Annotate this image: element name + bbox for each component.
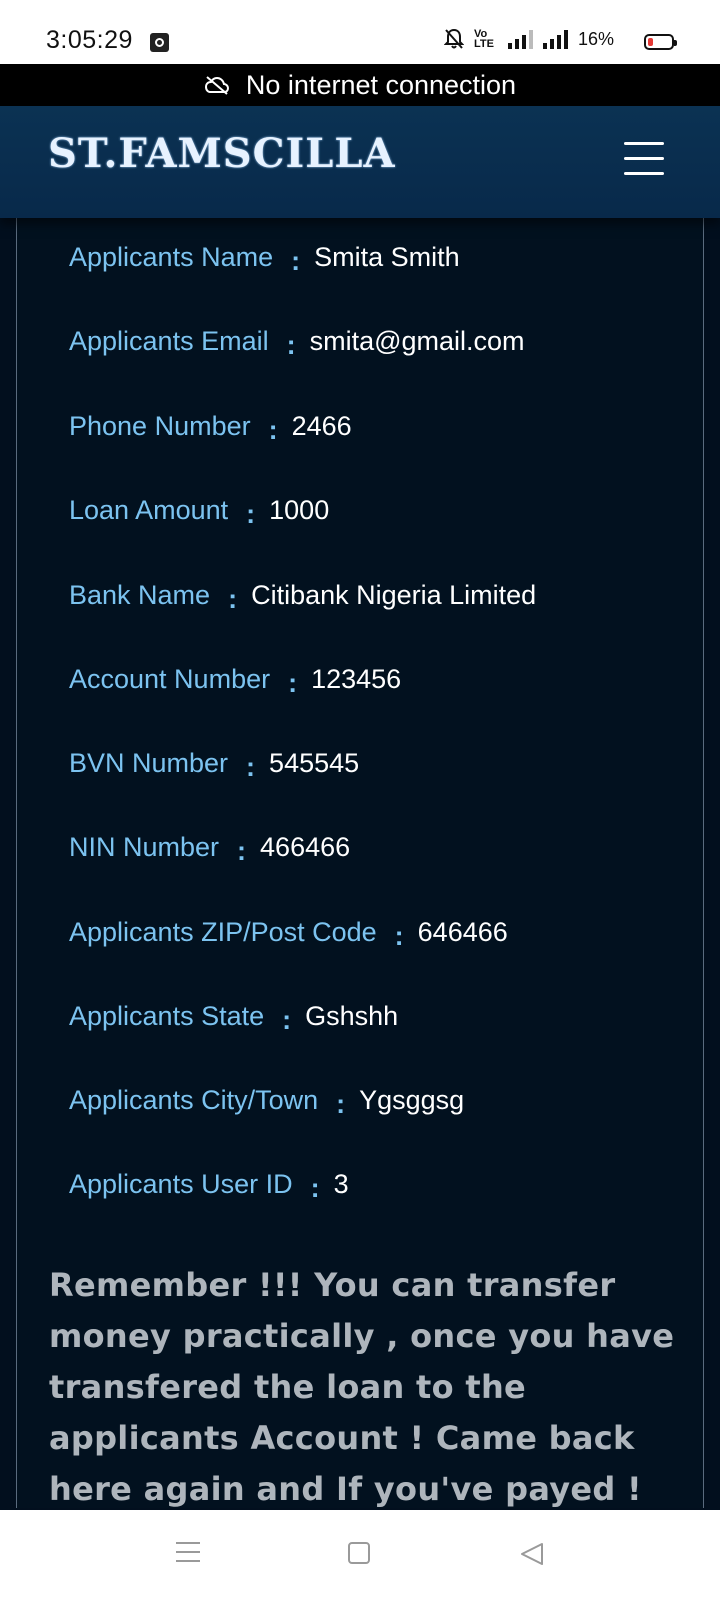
detail-label: NIN Number	[69, 832, 220, 862]
detail-value: 123456	[311, 664, 402, 694]
detail-value: Ygsggsg	[359, 1085, 465, 1115]
app-notification-icon	[150, 33, 169, 52]
detail-value: Gshshh	[305, 1001, 399, 1031]
applicant-details-card: Applicants Name : Smita Smith Applicants…	[16, 218, 704, 1559]
detail-value: 545545	[269, 748, 360, 778]
bell-off-icon	[443, 28, 464, 49]
volte-icon: Vo LTE	[473, 28, 494, 50]
detail-separator: :	[237, 836, 247, 866]
detail-value: smita@gmail.com	[309, 326, 525, 356]
detail-value: 2466	[291, 411, 352, 441]
detail-separator: :	[394, 921, 404, 951]
detail-value: Smita Smith	[314, 242, 460, 272]
detail-separator: :	[291, 246, 301, 276]
signal-icon	[507, 29, 533, 49]
back-icon[interactable]	[518, 1540, 546, 1568]
status-time: 3:05:29	[46, 26, 133, 54]
detail-row-applicant-state: Applicants State : Gshshh	[69, 1001, 399, 1035]
site-header: ST.FAMSCILLA	[0, 106, 720, 218]
detail-value: 3	[333, 1169, 349, 1199]
detail-separator: :	[246, 499, 256, 529]
detail-label: BVN Number	[69, 748, 229, 778]
detail-label: Applicants ZIP/Post Code	[69, 917, 377, 947]
detail-label: Account Number	[69, 664, 271, 694]
battery-icon	[644, 34, 677, 50]
detail-label: Phone Number	[69, 411, 251, 441]
cloud-off-icon	[204, 76, 229, 95]
detail-separator: :	[268, 415, 278, 445]
detail-separator: :	[288, 668, 298, 698]
detail-value: 466466	[260, 832, 351, 862]
detail-row-bvn-number: BVN Number : 545545	[69, 748, 360, 782]
detail-row-zip-post-code: Applicants ZIP/Post Code : 646466	[69, 917, 508, 951]
detail-row-applicant-name: Applicants Name : Smita Smith	[69, 242, 460, 276]
detail-separator: :	[310, 1173, 320, 1203]
detail-row-account-number: Account Number : 123456	[69, 664, 402, 698]
detail-label: Applicants State	[69, 1001, 265, 1031]
status-bar: 3:05:29 Vo LTE 16%	[0, 0, 720, 64]
detail-row-applicant-email: Applicants Email : smita@gmail.com	[69, 326, 525, 360]
detail-separator: :	[286, 330, 296, 360]
recent-apps-icon[interactable]	[176, 1542, 200, 1564]
detail-label: Applicants User ID	[69, 1169, 293, 1199]
detail-label: Applicants Email	[69, 326, 269, 356]
system-nav-bar	[0, 1510, 720, 1600]
detail-separator: :	[282, 1005, 292, 1035]
detail-value: 1000	[269, 495, 330, 525]
signal-icon	[542, 29, 568, 49]
detail-row-loan-amount: Loan Amount : 1000	[69, 495, 330, 529]
status-icons: Vo LTE 16%	[443, 28, 662, 50]
battery-percent: 16%	[577, 28, 614, 49]
detail-separator: :	[246, 752, 256, 782]
detail-separator: :	[228, 584, 238, 614]
home-icon[interactable]	[348, 1542, 370, 1564]
detail-separator: :	[336, 1089, 346, 1119]
offline-banner: No internet connection	[0, 64, 720, 106]
detail-row-city-town: Applicants City/Town : Ygsggsg	[69, 1085, 465, 1119]
detail-row-user-id: Applicants User ID : 3	[69, 1169, 349, 1203]
detail-row-phone-number: Phone Number : 2466	[69, 411, 352, 445]
hamburger-menu-icon[interactable]	[624, 142, 664, 176]
detail-label: Bank Name	[69, 580, 211, 610]
detail-value: 646466	[417, 917, 508, 947]
brand-logo[interactable]: ST.FAMSCILLA	[48, 130, 396, 177]
detail-value: Citibank Nigeria Limited	[251, 580, 537, 610]
detail-label: Applicants Name	[69, 242, 274, 272]
detail-row-nin-number: NIN Number : 466466	[69, 832, 351, 866]
detail-row-bank-name: Bank Name : Citibank Nigeria Limited	[69, 580, 537, 614]
detail-label: Loan Amount	[69, 495, 229, 525]
offline-banner-text: No internet connection	[245, 69, 517, 100]
detail-label: Applicants City/Town	[69, 1085, 319, 1115]
